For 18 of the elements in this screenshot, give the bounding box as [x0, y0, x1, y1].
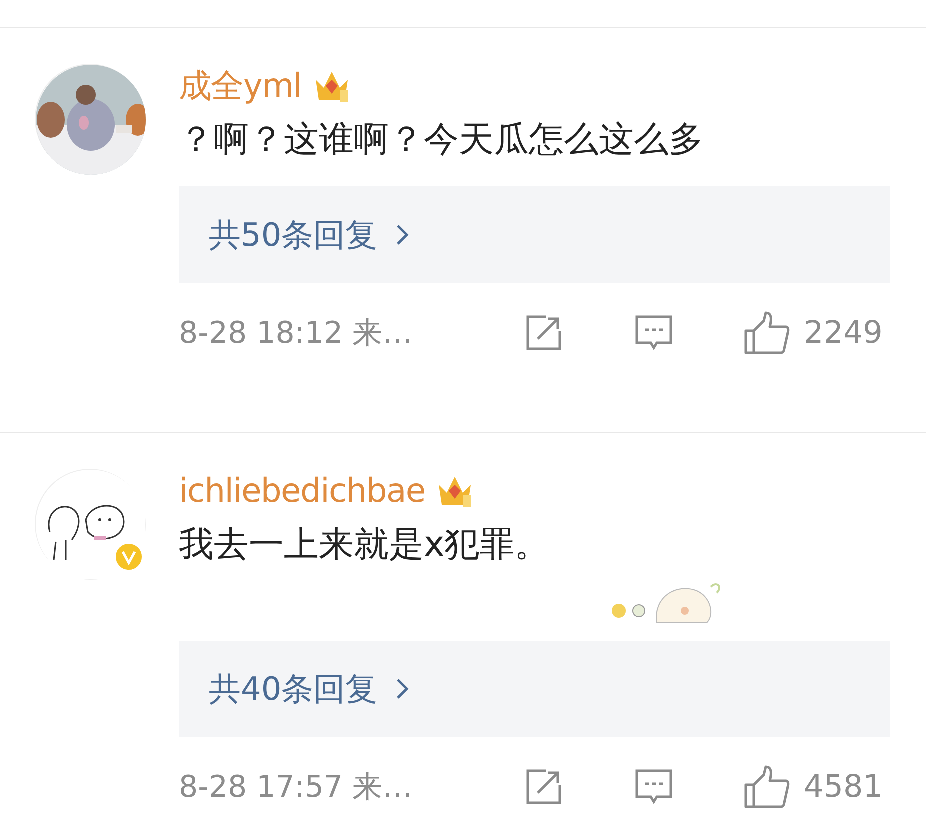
- thumbs-up-icon[interactable]: [744, 311, 790, 355]
- timestamp: 8-28 18:12 来…: [179, 314, 414, 352]
- share-icon[interactable]: [524, 767, 564, 808]
- username[interactable]: ichliebedichbae: [179, 466, 426, 516]
- comment-text: ？啊？这谁啊？今天瓜怎么这么多: [179, 119, 705, 162]
- comment-icon[interactable]: [634, 313, 674, 353]
- thumbs-up-icon[interactable]: [744, 765, 790, 810]
- view-replies-link[interactable]: 共50条回复: [179, 186, 890, 283]
- username[interactable]: 成全yml: [179, 61, 302, 111]
- chevron-right-icon: [396, 678, 410, 700]
- like-count: 4581: [804, 768, 883, 807]
- timestamp: 8-28 17:57 来…: [179, 768, 414, 807]
- comment-text: 我去一上来就是x犯罪。: [179, 524, 551, 567]
- view-replies-link[interactable]: 共40条回复: [179, 640, 890, 738]
- like-count: 2249: [804, 314, 883, 353]
- share-icon[interactable]: [524, 313, 564, 353]
- chevron-right-icon: [396, 224, 410, 246]
- verified-badge-icon: [114, 542, 144, 572]
